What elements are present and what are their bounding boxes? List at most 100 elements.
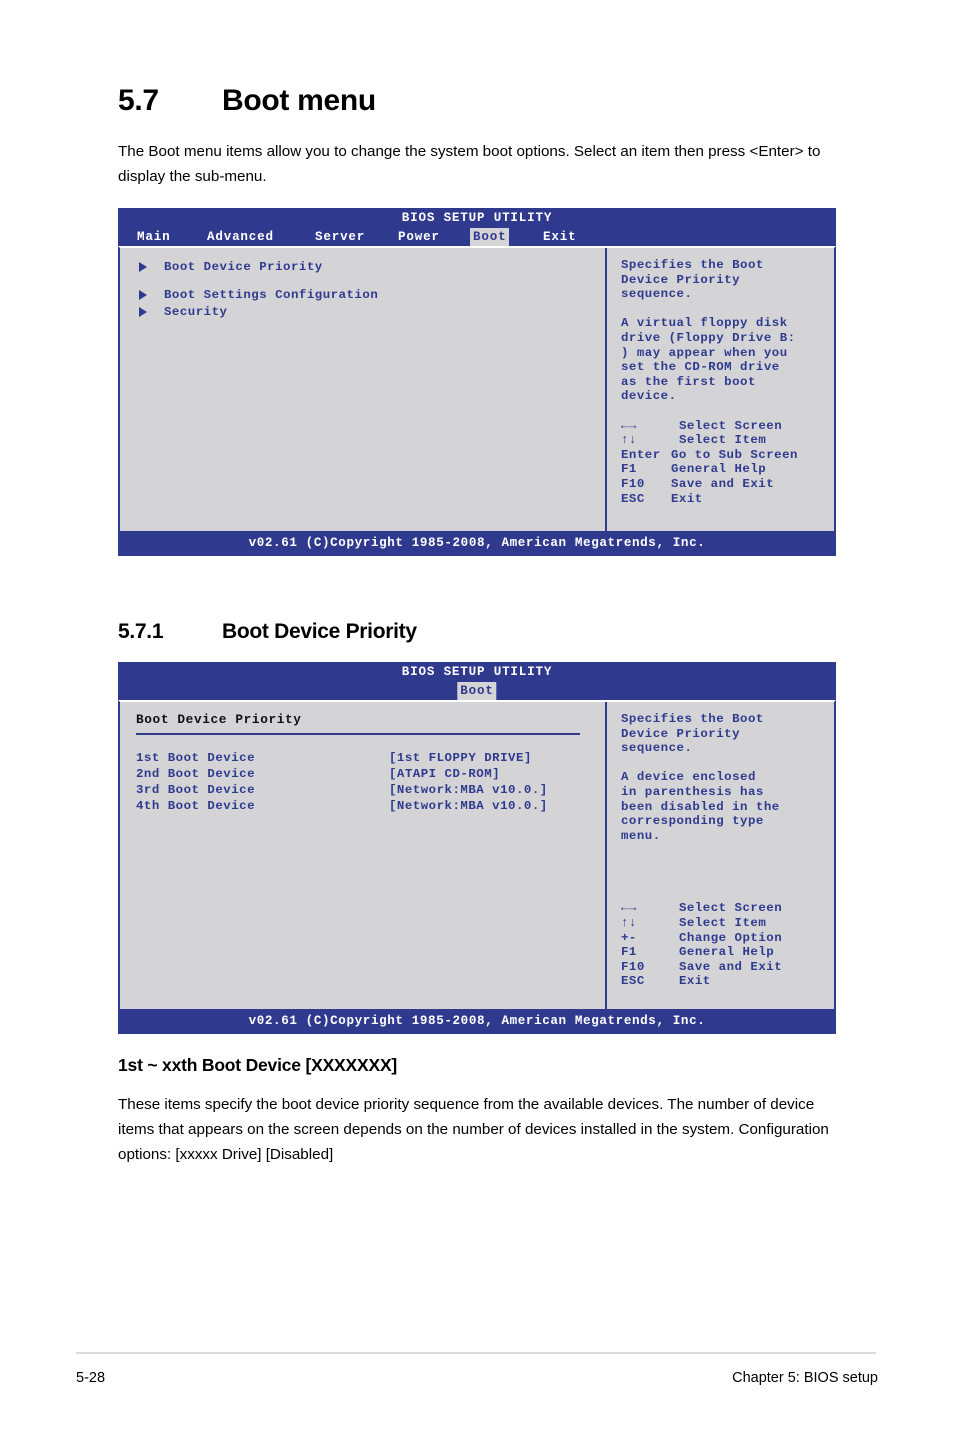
boot-device-row-2[interactable]: 2nd Boot Device [ATAPI CD-ROM]	[136, 767, 605, 783]
boot-device-label: 2nd Boot Device	[136, 767, 256, 781]
subsection-number: 5.7.1	[118, 620, 164, 643]
help-spacer	[621, 302, 834, 317]
triangle-right-icon	[138, 289, 148, 300]
key-label: F1	[621, 462, 637, 477]
key-legend-row-select-item: ↑↓ Select Item	[621, 916, 834, 931]
bios-body-2: Boot Device Priority 1st Boot Device [1s…	[118, 700, 836, 1009]
key-legend-row-change-option: +- Change Option	[621, 931, 834, 946]
key-label: ↑↓	[621, 433, 637, 448]
key-action: Select Item	[679, 915, 767, 930]
help-spacer	[621, 404, 834, 419]
section-heading-5-7: 5.7 Boot menu	[118, 84, 376, 118]
item-paragraph-boot-device: These items specify the boot device prio…	[118, 1096, 829, 1163]
key-action: Select Item	[679, 433, 767, 448]
subsection-title: Boot Device Priority	[222, 620, 417, 643]
bios-copyright-footer-2: v02.61 (C)Copyright 1985-2008, American …	[118, 1009, 836, 1034]
key-label: Enter	[621, 447, 661, 462]
item-heading-boot-device: 1st ~ xxth Boot Device [XXXXXXX]	[118, 1055, 398, 1075]
key-action: Exit	[679, 974, 711, 989]
key-action: Select Screen	[679, 901, 783, 916]
key-legend-row-exit: ESC Exit	[621, 974, 834, 989]
key-action: Change Option	[679, 930, 783, 945]
key-label: +-	[621, 930, 637, 945]
bios-screen-boot-device-priority: BIOS SETUP UTILITY Boot Boot Device Prio…	[118, 662, 836, 1034]
key-label: F10	[621, 959, 645, 974]
menu-item-label: Boot Settings Configuration	[164, 287, 379, 302]
key-label: ←→	[621, 901, 637, 916]
key-action: General Help	[679, 945, 775, 960]
key-legend-row-select-screen: ←→ Select Screen	[621, 419, 834, 434]
bios-copyright-footer-1: v02.61 (C)Copyright 1985-2008, American …	[118, 531, 836, 556]
tab-main[interactable]: Main	[134, 228, 173, 246]
section-number: 5.7	[118, 84, 159, 117]
tab-exit[interactable]: Exit	[540, 228, 579, 246]
triangle-right-icon	[138, 261, 148, 272]
tab-server[interactable]: Server	[312, 228, 368, 246]
section-title: Boot menu	[222, 84, 376, 117]
tab-advanced[interactable]: Advanced	[204, 228, 277, 246]
bios-body-1: Boot Device Priority Boot Settings Confi…	[118, 246, 836, 531]
key-legend-row-save-and-exit: F10 Save and Exit	[621, 960, 834, 975]
boot-device-value: [1st FLOPPY DRIVE]	[389, 751, 532, 765]
bios-utility-title-2: BIOS SETUP UTILITY	[401, 665, 553, 679]
boot-device-label: 4th Boot Device	[136, 799, 256, 813]
boot-device-priority-panel: Boot Device Priority 1st Boot Device [1s…	[120, 702, 605, 1009]
section-heading-5-7-1: 5.7.1 Boot Device Priority	[118, 620, 417, 644]
boot-device-value: [Network:MBA v10.0.]	[389, 783, 548, 797]
boot-device-row-1[interactable]: 1st Boot Device [1st FLOPPY DRIVE]	[136, 751, 605, 767]
bios-tab-row-2: Boot	[118, 682, 836, 700]
key-action: General Help	[671, 462, 767, 477]
chapter-label: Chapter 5: BIOS setup	[732, 1370, 878, 1386]
boot-device-row-3[interactable]: 3rd Boot Device [Network:MBA v10.0.]	[136, 783, 605, 799]
triangle-right-icon	[138, 306, 148, 317]
menu-item-label: Boot Device Priority	[164, 259, 323, 274]
menu-item-security[interactable]: Security	[138, 303, 605, 320]
key-legend-row-select-screen: ←→ Select Screen	[621, 901, 834, 916]
key-label: ESC	[621, 491, 645, 506]
key-legend-row-general-help: F1 General Help	[621, 462, 834, 477]
key-action: Select Screen	[679, 418, 783, 433]
section-intro-paragraph: The Boot menu items allow you to change …	[118, 143, 821, 185]
page-number: 5-28	[76, 1370, 106, 1386]
key-label: ←→	[621, 418, 637, 433]
key-label: ↑↓	[621, 915, 637, 930]
bios-help-panel-1: Specifies the Boot Device Priority seque…	[607, 248, 834, 531]
boot-device-label: 1st Boot Device	[136, 751, 256, 765]
key-action: Go to Sub Screen	[671, 447, 798, 462]
key-action: Exit	[671, 491, 703, 506]
boot-device-value: [Network:MBA v10.0.]	[389, 799, 548, 813]
menu-item-boot-device-priority[interactable]: Boot Device Priority	[138, 258, 605, 275]
panel-title-underline	[136, 733, 580, 735]
tab-power[interactable]: Power	[395, 228, 443, 246]
key-label: F1	[621, 945, 637, 960]
boot-device-label: 3rd Boot Device	[136, 783, 256, 797]
key-label: F10	[621, 476, 645, 491]
help-paragraph-2: A device enclosed in parenthesis has bee…	[621, 770, 780, 843]
help-paragraph-1: Specifies the Boot Device Priority seque…	[621, 258, 764, 302]
tab-boot[interactable]: Boot	[457, 682, 497, 700]
help-spacer	[621, 756, 834, 771]
bios-screen-boot-menu: BIOS SETUP UTILITY Main Advanced Server …	[118, 208, 836, 556]
key-action: Save and Exit	[671, 476, 775, 491]
bios-help-panel-2: Specifies the Boot Device Priority seque…	[607, 702, 834, 1009]
key-label: ESC	[621, 974, 645, 989]
key-action: Save and Exit	[679, 959, 783, 974]
footer-divider	[76, 1352, 876, 1354]
boot-device-row-4[interactable]: 4th Boot Device [Network:MBA v10.0.]	[136, 799, 605, 815]
tab-boot[interactable]: Boot	[470, 228, 510, 246]
menu-spacer	[120, 275, 605, 286]
boot-device-list: 1st Boot Device [1st FLOPPY DRIVE] 2nd B…	[120, 751, 605, 815]
key-legend-row-exit: ESC Exit	[621, 492, 834, 507]
bios-utility-title-1: BIOS SETUP UTILITY	[401, 211, 553, 225]
menu-item-boot-settings-configuration[interactable]: Boot Settings Configuration	[138, 286, 605, 303]
key-legend-row-save-and-exit: F10 Save and Exit	[621, 477, 834, 492]
help-spacer	[621, 843, 834, 901]
help-paragraph-1: Specifies the Boot Device Priority seque…	[621, 712, 764, 756]
bios-title-bar-2: BIOS SETUP UTILITY Boot	[118, 662, 836, 700]
bios-menu-list: Boot Device Priority Boot Settings Confi…	[120, 248, 605, 531]
bios-title-bar-1: BIOS SETUP UTILITY Main Advanced Server …	[118, 208, 836, 246]
menu-item-label: Security	[164, 304, 228, 319]
document-page: 5.7 Boot menu The Boot menu items allow …	[0, 0, 954, 1438]
boot-device-value: [ATAPI CD-ROM]	[389, 767, 501, 781]
key-legend-row-sub-screen: Enter Go to Sub Screen	[621, 448, 834, 463]
